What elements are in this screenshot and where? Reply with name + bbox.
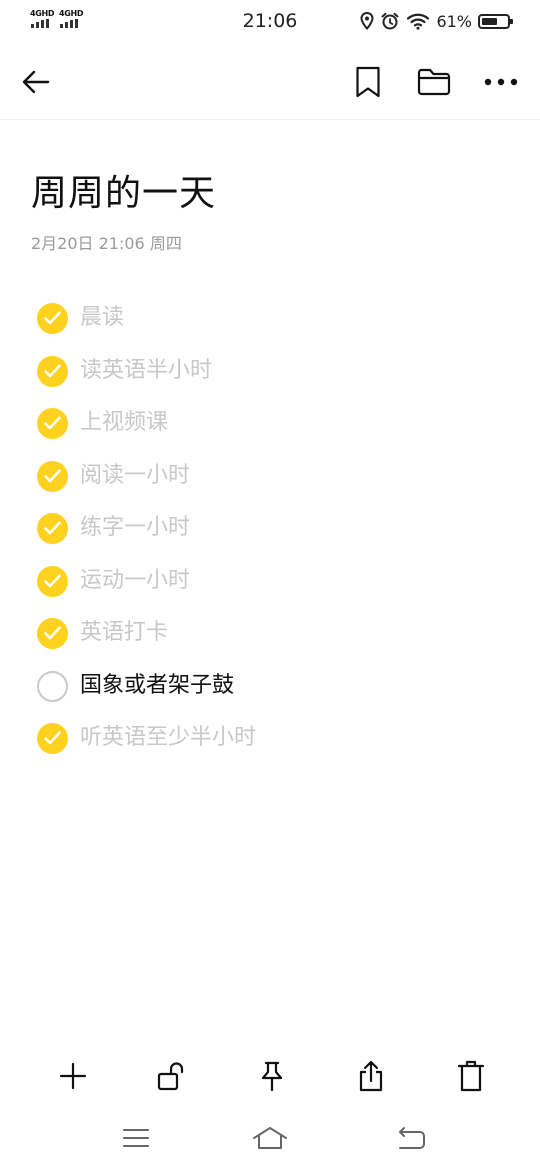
more-button[interactable] [479, 60, 523, 104]
checklist-item-text[interactable]: 读英语半小时 [80, 357, 212, 385]
back-button[interactable] [14, 60, 58, 104]
folder-button[interactable] [412, 60, 456, 104]
checkmark-icon [44, 364, 61, 377]
plus-icon [59, 1062, 87, 1090]
location-icon [360, 12, 374, 30]
menu-nav-button[interactable] [114, 1122, 158, 1154]
checklist-item: 上视频课 [0, 397, 540, 450]
menu-icon [123, 1129, 149, 1147]
checked-checkbox[interactable] [37, 513, 68, 544]
unlock-icon [157, 1062, 184, 1091]
checked-checkbox[interactable] [37, 565, 68, 597]
checkmark-icon [44, 521, 61, 535]
checked-checkbox[interactable] [37, 408, 68, 439]
pin-button[interactable] [250, 1054, 294, 1098]
checkmark-icon [44, 574, 61, 587]
return-icon [399, 1127, 425, 1149]
checklist-item: 国象或者架子鼓 [0, 660, 540, 713]
lock-button[interactable] [150, 1054, 194, 1098]
system-nav-bar [0, 1114, 540, 1164]
checklist-item-text[interactable]: 上视频课 [80, 409, 168, 437]
checked-checkbox[interactable] [37, 723, 68, 754]
share-button[interactable] [349, 1054, 393, 1098]
wifi-icon [407, 13, 430, 30]
checklist-item-text[interactable]: 阅读一小时 [80, 462, 190, 490]
checklist-item: 运动一小时 [0, 555, 540, 608]
home-nav-button[interactable] [248, 1122, 292, 1154]
checkmark-icon [44, 731, 61, 745]
pin-icon [261, 1061, 283, 1092]
checklist-item-text[interactable]: 晨读 [80, 304, 124, 332]
checklist-item: 听英语至少半小时 [0, 712, 540, 765]
unchecked-checkbox[interactable] [37, 670, 68, 702]
delete-button[interactable] [449, 1054, 493, 1098]
checked-checkbox[interactable] [37, 460, 68, 492]
checklist-item-text[interactable]: 国象或者架子鼓 [80, 672, 234, 700]
checklist-item: 英语打卡 [0, 607, 540, 660]
checklist-item: 读英语半小时 [0, 345, 540, 398]
checkmark-icon [44, 416, 61, 430]
checklist-item-text[interactable]: 运动一小时 [80, 567, 190, 595]
more-icon [484, 78, 518, 86]
checked-checkbox[interactable] [37, 303, 68, 334]
checked-checkbox[interactable] [37, 355, 68, 387]
battery-percent: 61% [436, 11, 472, 31]
battery-icon [478, 13, 513, 29]
checklist: 晨读读英语半小时 上视频课阅读一小时练字一小时运动一小时英语打卡国象或者架子鼓 听英… [0, 292, 540, 765]
home-icon [253, 1127, 287, 1149]
checklist-item-text[interactable]: 练字一小时 [80, 514, 190, 542]
note-meta: 2月20日 21:06 周四 [31, 234, 182, 253]
share-icon [359, 1060, 383, 1092]
status-bar: 4GHD 4GHD 21:06 61% [0, 0, 540, 42]
checkmark-icon [44, 311, 61, 325]
return-nav-button[interactable] [390, 1122, 434, 1154]
alarm-icon [381, 12, 399, 30]
checklist-item: 阅读一小时 [0, 450, 540, 503]
note-title[interactable]: 周周的一天 [31, 164, 216, 216]
checklist-item: 晨读 [0, 292, 540, 345]
checked-checkbox[interactable] [37, 618, 68, 649]
bottom-toolbar [0, 1050, 540, 1102]
checkmark-icon [44, 626, 61, 640]
bookmark-button[interactable] [346, 60, 390, 104]
back-arrow-icon [22, 70, 50, 94]
top-app-bar [0, 42, 540, 120]
bookmark-icon [356, 66, 380, 98]
checklist-item-text[interactable]: 英语打卡 [80, 619, 168, 647]
checklist-item: 练字一小时 [0, 502, 540, 555]
add-button[interactable] [51, 1054, 95, 1098]
checkmark-icon [44, 469, 61, 482]
checklist-item-text[interactable]: 听英语至少半小时 [80, 724, 256, 752]
folder-icon [417, 68, 451, 96]
trash-icon [457, 1060, 485, 1092]
